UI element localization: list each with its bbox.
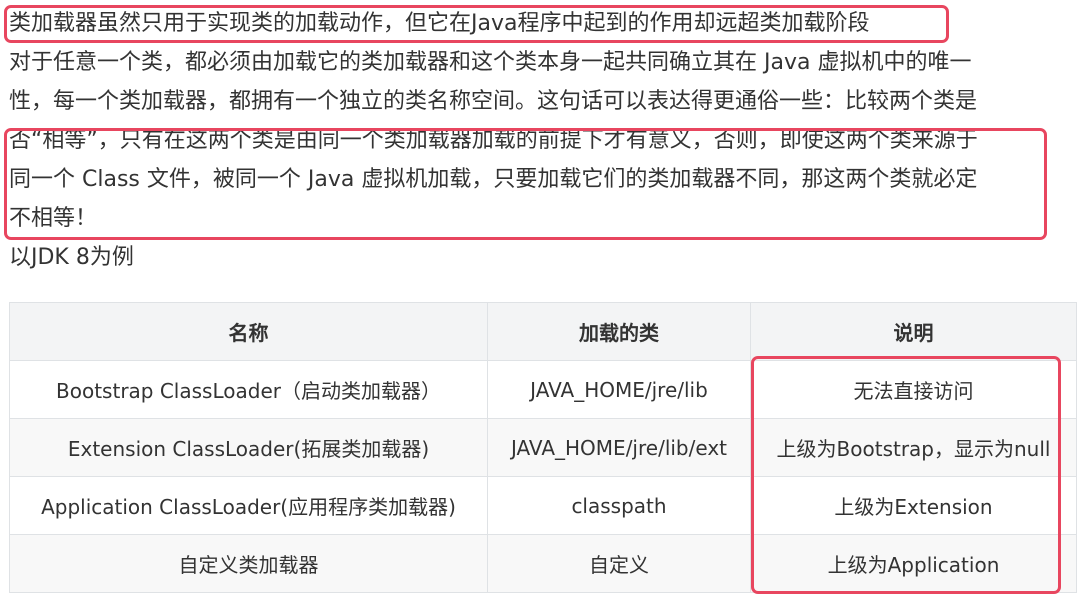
cell-name: Bootstrap ClassLoader（启动类加载器） <box>9 360 488 419</box>
header-name: 名称 <box>9 302 488 361</box>
table-header-row: 名称 加载的类 说明 <box>9 302 1077 361</box>
paragraph-line-1: 对于任意一个类，都必须由加载它的类加载器和这个类本身一起共同确立其在 Java … <box>9 50 972 75</box>
cell-loaded-classes: 自定义 <box>487 534 751 593</box>
heading-line: 类加载器虽然只用于实现类的加载动作，但它在Java程序中起到的作用却远超类加载阶… <box>9 11 870 36</box>
cell-name: 自定义类加载器 <box>9 534 488 593</box>
header-loaded-classes: 加载的类 <box>487 302 751 361</box>
cell-loaded-classes: JAVA_HOME/jre/lib <box>487 360 751 419</box>
cell-name: Extension ClassLoader(拓展类加载器) <box>9 418 488 477</box>
cell-loaded-classes: classpath <box>487 476 751 535</box>
table-row: Application ClassLoader(应用程序类加载器) classp… <box>9 476 1077 535</box>
classloader-table: 名称 加载的类 说明 Bootstrap ClassLoader（启动类加载器）… <box>9 302 1077 593</box>
table-row: Bootstrap ClassLoader（启动类加载器） JAVA_HOME/… <box>9 360 1077 419</box>
paragraph-line-3: 否“相等”，只有在这两个类是由同一个类加载器加载的前提下才有意义，否则，即使这两… <box>9 128 978 153</box>
paragraph-line-2: 性，每一个类加载器，都拥有一个独立的类名称空间。这句话可以表达得更通俗一些：比较… <box>9 89 978 114</box>
cell-loaded-classes: JAVA_HOME/jre/lib/ext <box>487 418 751 477</box>
table-row: Extension ClassLoader(拓展类加载器) JAVA_HOME/… <box>9 418 1077 477</box>
paragraph-line-5: 不相等！ <box>9 206 98 231</box>
cell-description: 上级为Extension <box>750 476 1077 535</box>
example-label: 以JDK 8为例 <box>9 245 134 270</box>
cell-name: Application ClassLoader(应用程序类加载器) <box>9 476 488 535</box>
paragraph-line-4: 同一个 Class 文件，被同一个 Java 虚拟机加载，只要加载它们的类加载器… <box>9 167 978 192</box>
cell-description: 上级为Bootstrap，显示为null <box>750 418 1077 477</box>
cell-description: 无法直接访问 <box>750 360 1077 419</box>
cell-description: 上级为Application <box>750 534 1077 593</box>
table-row: 自定义类加载器 自定义 上级为Application <box>9 534 1077 593</box>
header-description: 说明 <box>750 302 1077 361</box>
